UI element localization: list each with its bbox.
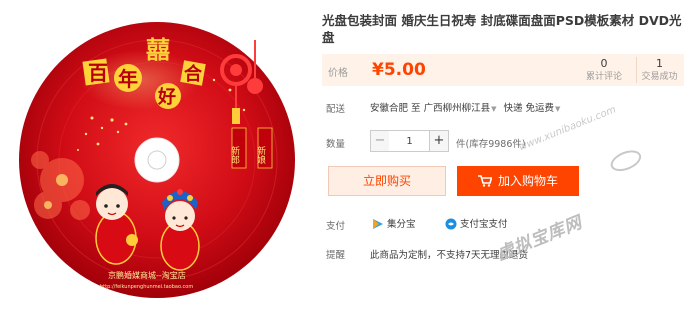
sold-stat[interactable]: 1 交易成功 [636, 57, 682, 83]
product-info-panel: 光盘包装封面 婚庆生日祝寿 封底碟面盘面PSD模板素材 DVD光盘 价格 ¥5.… [320, 0, 690, 316]
chevron-down-icon[interactable]: ▼ [555, 105, 560, 113]
price-box: 价格 ¥5.00 0 累计评论 1 交易成功 [322, 54, 684, 86]
disc-shop-text: 京鹏婚媒商城--淘宝店 [108, 270, 186, 280]
quantity-stepper: − + [370, 130, 450, 152]
price-value: ¥5.00 [372, 60, 426, 80]
quantity-decrease-button[interactable]: − [370, 130, 390, 152]
product-image[interactable]: 百 年 好 合 囍 新郎 新娘 京鹏婚媒商城--淘宝店 http://feiku… [0, 0, 318, 316]
sold-label[interactable]: 交易成功 [637, 71, 682, 83]
double-happiness: 囍 [146, 35, 170, 64]
alipay-icon [445, 218, 457, 229]
quantity-input[interactable] [389, 130, 430, 152]
payment-method-alipay: 支付宝支付 [445, 216, 508, 230]
cart-icon [477, 174, 492, 187]
reviews-stat[interactable]: 0 累计评论 [584, 57, 624, 83]
reminder-text: 此商品为定制，不支持7天无理由退货 [370, 250, 529, 261]
shipping-info: 安徽合肥 至 广西柳州柳江县▼ 快递 免运费▼ [370, 100, 564, 114]
add-to-cart-button[interactable]: 加入购物车 [457, 166, 579, 196]
dvd-disc-illustration: 百 年 好 合 囍 新郎 新娘 京鹏婚媒商城--淘宝店 http://feiku… [19, 22, 295, 298]
price-label: 价格 [328, 68, 348, 79]
reviews-count[interactable]: 0 [584, 57, 624, 71]
stock-info: 件(库存9986件) [456, 139, 526, 150]
char-bai: 百 [88, 61, 108, 85]
sold-count[interactable]: 1 [637, 57, 682, 71]
disc-shop-url: http://feikunpenghunmei.taobao.com [100, 284, 193, 290]
shipping-label: 配送 [326, 104, 346, 115]
banner-groom: 新郎 [229, 145, 240, 165]
shipping-origin: 安徽合肥 至 [370, 103, 421, 114]
disc-hole [147, 150, 167, 170]
payment-method-label: 集分宝 [387, 219, 416, 230]
shipping-destination-select[interactable]: 广西柳州柳江县 [424, 103, 491, 114]
reviews-label[interactable]: 累计评论 [584, 71, 624, 83]
jifenbao-icon [373, 218, 383, 229]
payment-method-label: 支付宝支付 [460, 219, 508, 230]
chevron-down-icon[interactable]: ▼ [491, 105, 496, 113]
char-nian: 年 [118, 67, 138, 91]
char-he: 合 [184, 63, 203, 85]
product-title: 光盘包装封面 婚庆生日祝寿 封底碟面盘面PSD模板素材 DVD光盘 [322, 13, 682, 45]
add-to-cart-label: 加入购物车 [497, 174, 558, 188]
quantity-label: 数量 [326, 139, 346, 150]
char-hao: 好 [157, 86, 176, 108]
shipping-method-select[interactable]: 快递 免运费 [504, 103, 555, 114]
buy-now-button[interactable]: 立即购买 [328, 166, 446, 196]
payment-label: 支付 [326, 221, 346, 232]
reminder-label: 提醒 [326, 250, 346, 261]
payment-method-jifenbao: 集分宝 [372, 216, 416, 230]
quantity-increase-button[interactable]: + [429, 130, 449, 152]
banner-bride: 新娘 [255, 145, 266, 165]
